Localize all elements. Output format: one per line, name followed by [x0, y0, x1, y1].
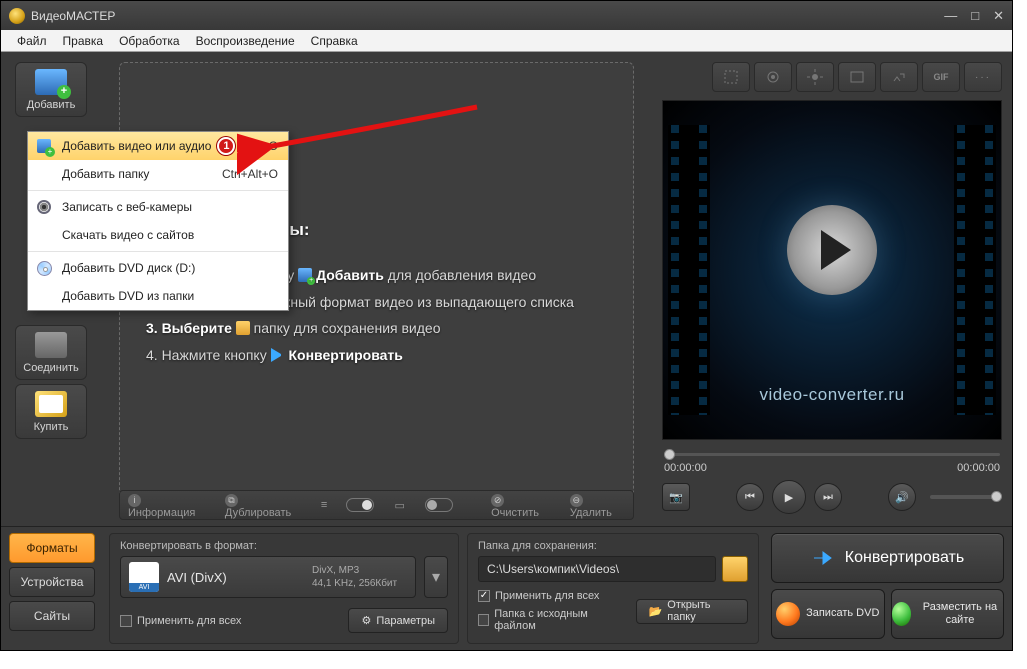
- menu-play[interactable]: Воспроизведение: [188, 31, 303, 51]
- save-source-folder[interactable]: Папка с исходным файлом: [478, 608, 622, 632]
- avi-icon: [129, 562, 159, 592]
- sidebar-buy-label: Купить: [34, 421, 69, 433]
- gear-icon: ⚙: [361, 614, 371, 627]
- webcam-icon: [37, 200, 51, 214]
- preview-watermark: video-converter.ru: [663, 385, 1001, 405]
- globe-icon: [892, 602, 911, 626]
- tool-more[interactable]: ···: [964, 62, 1002, 92]
- sidebar-join-label: Соединить: [23, 362, 79, 374]
- annotation-badge-1: 1: [217, 137, 235, 155]
- close-button[interactable]: ✕: [993, 8, 1004, 24]
- filmstrip-left-icon: [668, 125, 710, 416]
- open-folder-button[interactable]: 📂Открыть папку: [636, 599, 748, 624]
- next-button[interactable]: ⏭: [814, 483, 842, 511]
- convert-label: Конвертировать в формат:: [120, 540, 448, 552]
- publish-button[interactable]: Разместить на сайте: [891, 589, 1005, 639]
- preview-panel: GIF ··· video-converter.ru 00:00:00 00:0…: [652, 52, 1012, 526]
- tool-effects[interactable]: [838, 62, 876, 92]
- video-preview[interactable]: video-converter.ru: [662, 100, 1002, 440]
- sidebar-join-button[interactable]: Соединить: [15, 325, 87, 380]
- sidebar-add-label: Добавить: [27, 99, 76, 111]
- toggle-1[interactable]: [346, 498, 374, 512]
- info-icon: i: [128, 494, 141, 507]
- convert-icon: [811, 546, 835, 570]
- clear-icon: ⊘: [491, 494, 504, 507]
- dvd-disc-icon: [776, 602, 800, 626]
- tb-listview-a[interactable]: ≡: [321, 499, 326, 511]
- tb-dup[interactable]: ⧉Дублировать: [225, 491, 303, 519]
- tb-listview-b[interactable]: ▭: [394, 499, 404, 512]
- folder-inline-icon: [236, 321, 250, 335]
- params-button[interactable]: ⚙Параметры: [348, 608, 448, 633]
- tb-del[interactable]: ⊖Удалить: [570, 491, 625, 519]
- time-current: 00:00:00: [664, 462, 707, 474]
- film-icon: [37, 139, 51, 153]
- bottom-panel: Форматы Устройства Сайты Конвертировать …: [1, 526, 1012, 650]
- save-path-field[interactable]: C:\Users\компик\Videos\: [478, 556, 716, 582]
- add-dropdown-menu: Добавить видео или аудио 1 trl+O Добавит…: [27, 131, 289, 311]
- save-folder-panel: Папка для сохранения: C:\Users\компик\Vi…: [467, 533, 759, 644]
- format-dropdown-button[interactable]: ▾: [424, 556, 448, 598]
- duplicate-icon: ⧉: [225, 494, 238, 507]
- tab-sites[interactable]: Сайты: [9, 601, 95, 631]
- buy-icon: [35, 391, 67, 417]
- apply-all-formats[interactable]: Применить для всех: [120, 615, 241, 627]
- snapshot-button[interactable]: 📷: [662, 483, 690, 511]
- tb-clear[interactable]: ⊘Очистить: [491, 491, 552, 519]
- dd-add-folder[interactable]: Добавить папку Ctrl+Alt+O: [28, 160, 288, 188]
- dd-dvd-folder[interactable]: Добавить DVD из папки: [28, 282, 288, 310]
- add-icon: [35, 69, 67, 95]
- prev-button[interactable]: ⏮: [736, 483, 764, 511]
- add-inline-icon: [298, 268, 312, 282]
- menu-file[interactable]: Файл: [9, 31, 55, 51]
- tab-devices[interactable]: Устройства: [9, 567, 95, 597]
- minimize-button[interactable]: —: [944, 8, 957, 24]
- dd-webcam[interactable]: Записать с веб-камеры: [28, 193, 288, 221]
- maximize-button[interactable]: □: [971, 8, 979, 24]
- play-overlay-icon: [787, 205, 877, 295]
- convert-button[interactable]: Конвертировать: [771, 533, 1004, 583]
- play-button[interactable]: ▶: [772, 480, 806, 514]
- tool-crop[interactable]: [712, 62, 750, 92]
- mute-button[interactable]: 🔊: [888, 483, 916, 511]
- app-title: ВидеоМАСТЕР: [31, 9, 115, 23]
- sidebar-buy-button[interactable]: Купить: [15, 384, 87, 439]
- dd-download[interactable]: Скачать видео с сайтов: [28, 221, 288, 249]
- tool-speed[interactable]: [880, 62, 918, 92]
- menu-edit[interactable]: Правка: [55, 31, 112, 51]
- dvd-icon: [37, 261, 52, 276]
- convert-inline-icon: [271, 348, 285, 362]
- save-label: Папка для сохранения:: [478, 540, 748, 552]
- browse-folder-button[interactable]: [722, 556, 748, 582]
- volume-slider[interactable]: [930, 495, 1002, 499]
- tool-rotate[interactable]: [754, 62, 792, 92]
- format-name: AVI (DivX): [167, 570, 227, 585]
- seek-slider[interactable]: [664, 450, 1000, 458]
- menubar: Файл Правка Обработка Воспроизведение Сп…: [1, 30, 1012, 52]
- list-toolbar: iИнформация ⧉Дублировать ≡ ▭ ⊘Очистить ⊖…: [119, 490, 634, 520]
- action-panel: Конвертировать Записать DVD Разместить н…: [763, 527, 1012, 650]
- filmstrip-right-icon: [954, 125, 996, 416]
- dd-add-video[interactable]: Добавить видео или аудио 1 trl+O: [28, 132, 288, 160]
- format-selector[interactable]: AVI (DivX) DivX, MP344,1 KHz, 256Кбит: [120, 556, 416, 598]
- menu-process[interactable]: Обработка: [111, 31, 188, 51]
- sidebar-add-button[interactable]: Добавить: [15, 62, 87, 117]
- tab-formats[interactable]: Форматы: [9, 533, 95, 563]
- tb-info[interactable]: iИнформация: [128, 491, 207, 519]
- toggle-2[interactable]: [425, 498, 453, 512]
- tool-gif[interactable]: GIF: [922, 62, 960, 92]
- burn-dvd-button[interactable]: Записать DVD: [771, 589, 885, 639]
- tool-brightness[interactable]: [796, 62, 834, 92]
- delete-icon: ⊖: [570, 494, 583, 507]
- menu-help[interactable]: Справка: [303, 31, 366, 51]
- save-apply-all[interactable]: Применить для всех: [478, 590, 622, 602]
- convert-format-panel: Конвертировать в формат: AVI (DivX) DivX…: [109, 533, 459, 644]
- titlebar: ВидеоМАСТЕР — □ ✕: [1, 1, 1012, 30]
- app-logo-icon: [9, 8, 25, 24]
- folder-open-icon: 📂: [649, 605, 663, 618]
- dd-dvd-disk[interactable]: Добавить DVD диск (D:): [28, 254, 288, 282]
- time-total: 00:00:00: [957, 462, 1000, 474]
- join-icon: [35, 332, 67, 358]
